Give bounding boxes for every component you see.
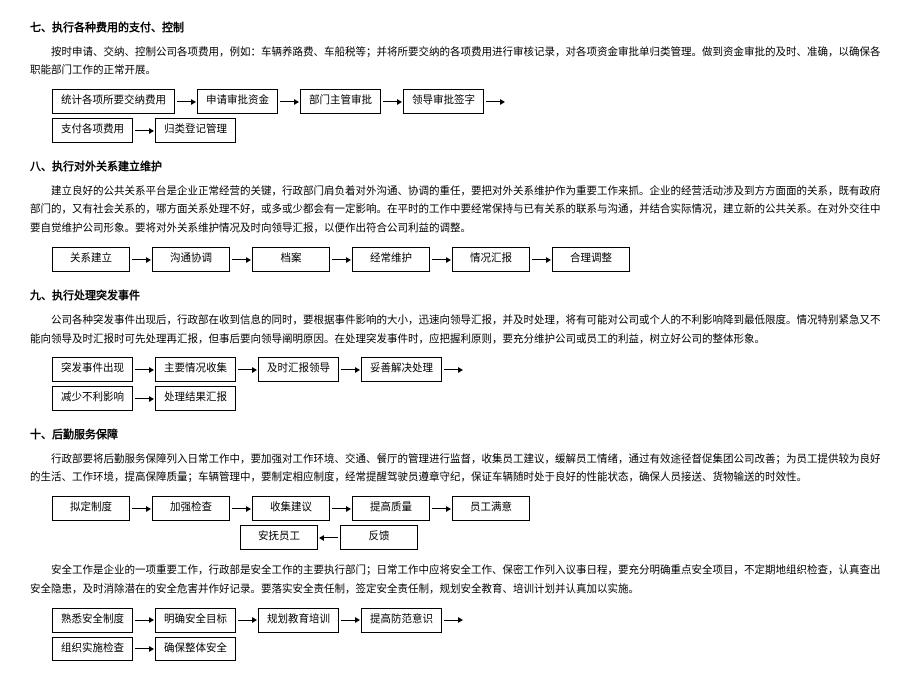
arrow-icon — [135, 369, 153, 370]
flow-box: 明确安全目标 — [155, 608, 236, 633]
para-nine: 公司各种突发事件出现后，行政部在收到信息的同时，要根据事件影响的大小，迅速向领导… — [30, 312, 890, 350]
heading-eight: 八、执行对外关系建立维护 — [30, 159, 890, 177]
arrow-icon — [341, 620, 359, 621]
arrow-icon — [383, 101, 401, 102]
flow-nine-row2: 减少不利影响 处理结果汇报 — [52, 386, 890, 411]
para-ten-1: 行政部要将后勤服务保障列入日常工作中，要加强对工作环境、交通、餐厅的管理进行监督… — [30, 451, 890, 489]
flow-box: 确保整体安全 — [155, 637, 236, 662]
arrow-icon — [135, 398, 153, 399]
para-seven: 按时申请、交纳、控制公司各项费用，例如：车辆养路费、车船税等；并将所要交纳的各项… — [30, 44, 890, 82]
flow-ten-row1: 拟定制度 加强检查 收集建议 提高质量 员工满意 — [52, 496, 890, 521]
flow-ten-row4: 组织实施检查 确保整体安全 — [52, 637, 890, 662]
arrow-icon — [444, 620, 462, 621]
flow-box: 提高质量 — [352, 496, 430, 521]
flow-box: 及时汇报领导 — [258, 357, 339, 382]
arrow-icon — [135, 620, 153, 621]
flow-box: 妥善解决处理 — [361, 357, 442, 382]
flow-box: 申请审批资金 — [197, 89, 278, 114]
arrow-icon — [135, 130, 153, 131]
flow-box: 主要情况收集 — [155, 357, 236, 382]
flow-seven-row2: 支付各项费用 归类登记管理 — [52, 118, 890, 143]
arrow-icon — [432, 259, 450, 260]
flow-box: 规划教育培训 — [258, 608, 339, 633]
flow-box: 反馈 — [340, 525, 418, 550]
arrow-icon — [135, 648, 153, 649]
para-eight: 建立良好的公共关系平台是企业正常经营的关键，行政部门肩负着对外沟通、协调的重任，… — [30, 183, 890, 240]
flow-box: 部门主管审批 — [300, 89, 381, 114]
flow-box: 拟定制度 — [52, 496, 130, 521]
flow-box: 处理结果汇报 — [155, 386, 236, 411]
flow-box: 支付各项费用 — [52, 118, 133, 143]
flow-box: 档案 — [252, 247, 330, 272]
heading-seven: 七、执行各种费用的支付、控制 — [30, 20, 890, 38]
arrow-icon — [177, 101, 195, 102]
flow-box: 安抚员工 — [240, 525, 318, 550]
flow-ten-row3: 熟悉安全制度 明确安全目标 规划教育培训 提高防范意识 — [52, 608, 890, 633]
flow-nine-row1: 突发事件出现 主要情况收集 及时汇报领导 妥善解决处理 — [52, 357, 890, 382]
arrow-icon — [232, 259, 250, 260]
flow-eight-row1: 关系建立 沟通协调 档案 经常维护 情况汇报 合理调整 — [52, 247, 890, 272]
arrow-icon — [432, 508, 450, 509]
flow-box: 统计各项所要交纳费用 — [52, 89, 175, 114]
flow-box: 经常维护 — [352, 247, 430, 272]
flow-box: 沟通协调 — [152, 247, 230, 272]
section-seven: 七、执行各种费用的支付、控制 按时申请、交纳、控制公司各项费用，例如：车辆养路费… — [30, 20, 890, 143]
flow-seven-row1: 统计各项所要交纳费用 申请审批资金 部门主管审批 领导审批签字 — [52, 89, 890, 114]
flow-box: 组织实施检查 — [52, 637, 133, 662]
arrow-icon — [532, 259, 550, 260]
arrow-icon — [332, 259, 350, 260]
flow-box: 关系建立 — [52, 247, 130, 272]
heading-ten: 十、后勤服务保障 — [30, 427, 890, 445]
flow-box: 减少不利影响 — [52, 386, 133, 411]
heading-nine: 九、执行处理突发事件 — [30, 288, 890, 306]
flow-box: 员工满意 — [452, 496, 530, 521]
flow-ten-row2: 安抚员工 反馈 — [52, 525, 890, 550]
arrow-icon — [332, 508, 350, 509]
arrow-icon — [486, 101, 504, 102]
para-ten-2: 安全工作是企业的一项重要工作，行政部是安全工作的主要执行部门；日常工作中应将安全… — [30, 562, 890, 600]
section-ten: 十、后勤服务保障 行政部要将后勤服务保障列入日常工作中，要加强对工作环境、交通、… — [30, 427, 890, 661]
arrow-icon — [232, 508, 250, 509]
arrow-icon — [238, 620, 256, 621]
flow-box: 突发事件出现 — [52, 357, 133, 382]
flow-box: 熟悉安全制度 — [52, 608, 133, 633]
flow-box: 情况汇报 — [452, 247, 530, 272]
arrow-rev-icon — [320, 537, 338, 538]
flow-box: 合理调整 — [552, 247, 630, 272]
arrow-icon — [132, 259, 150, 260]
flow-box: 领导审批签字 — [403, 89, 484, 114]
arrow-icon — [280, 101, 298, 102]
section-eight: 八、执行对外关系建立维护 建立良好的公共关系平台是企业正常经营的关键，行政部门肩… — [30, 159, 890, 272]
arrow-icon — [238, 369, 256, 370]
arrow-icon — [341, 369, 359, 370]
flow-box: 加强检查 — [152, 496, 230, 521]
arrow-icon — [132, 508, 150, 509]
section-nine: 九、执行处理突发事件 公司各种突发事件出现后，行政部在收到信息的同时，要根据事件… — [30, 288, 890, 411]
flow-box: 归类登记管理 — [155, 118, 236, 143]
flow-box: 收集建议 — [252, 496, 330, 521]
arrow-icon — [444, 369, 462, 370]
flow-box: 提高防范意识 — [361, 608, 442, 633]
